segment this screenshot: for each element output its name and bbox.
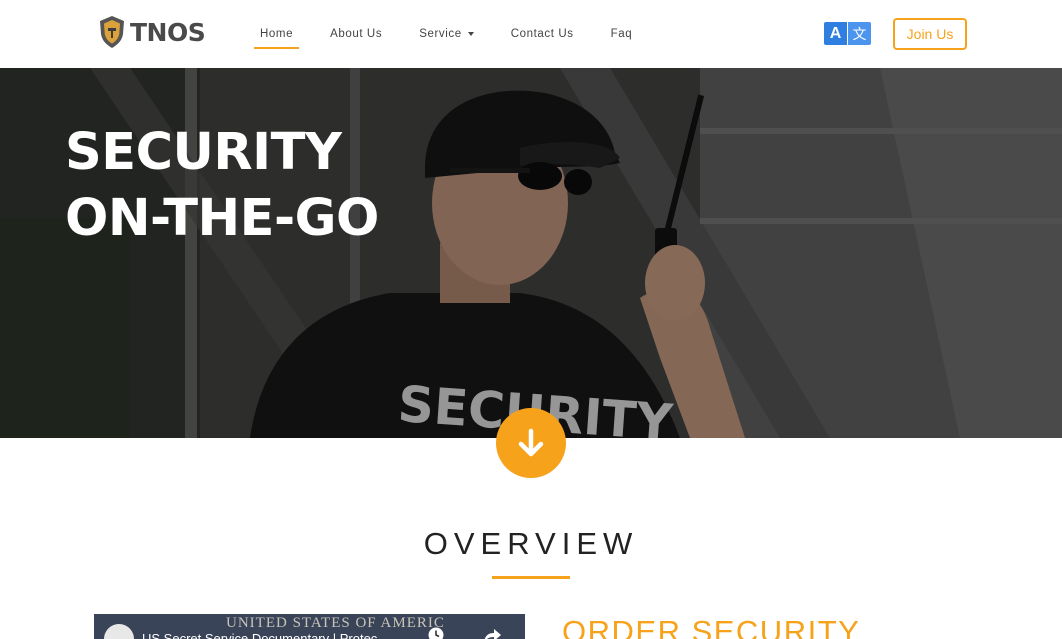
nav-label: Service [419, 28, 462, 40]
nav-item-about-us[interactable]: About Us [324, 0, 388, 68]
video-title[interactable]: US Secret Service Documentary | Protec [142, 631, 377, 639]
nav-label: About Us [330, 28, 383, 40]
order-security-heading: ORDER SECURITY [562, 614, 861, 639]
nav-label: Faq [610, 28, 633, 40]
hero-banner: SECURITY SECURITY ON-THE-GO [0, 68, 1062, 438]
video-watermark: UNITED STATES OF AMERIC [226, 615, 445, 631]
scroll-down-button[interactable] [496, 408, 566, 478]
nav-label: Home [260, 28, 294, 40]
translate-icon[interactable]: A 文 [824, 22, 871, 45]
hero-title-line1: SECURITY [65, 123, 342, 182]
main-nav: Home About Us Service Contact Us Faq [254, 0, 663, 68]
site-header: TNOS Home About Us Service Contact Us Fa… [0, 0, 1062, 68]
hero-title-line2: ON-THE-GO [65, 189, 379, 248]
nav-item-home[interactable]: Home [254, 0, 300, 68]
logo[interactable]: TNOS [99, 15, 206, 49]
video-embed[interactable]: UNITED STATES OF AMERIC US Secret Servic… [94, 614, 525, 639]
translate-glyph-a: A [824, 22, 847, 45]
overview-underline [492, 576, 570, 579]
join-us-button[interactable]: Join Us [893, 18, 967, 50]
hero-title: SECURITY ON-THE-GO [65, 120, 379, 252]
caret-down-icon [467, 32, 474, 36]
clock-icon[interactable] [427, 626, 445, 639]
channel-avatar [104, 624, 134, 639]
share-icon[interactable] [483, 626, 503, 639]
nav-label: Contact Us [510, 28, 574, 40]
nav-item-service[interactable]: Service [413, 0, 480, 68]
nav-item-faq[interactable]: Faq [605, 0, 639, 68]
nav-item-contact-us[interactable]: Contact Us [505, 0, 580, 68]
arrow-down-icon [518, 428, 544, 457]
shield-logo-icon [100, 16, 124, 48]
translate-glyph-b: 文 [847, 22, 871, 45]
page: TNOS Home About Us Service Contact Us Fa… [0, 0, 1062, 639]
brand-name: TNOS [130, 17, 206, 47]
overview-heading: OVERVIEW [423, 526, 639, 561]
